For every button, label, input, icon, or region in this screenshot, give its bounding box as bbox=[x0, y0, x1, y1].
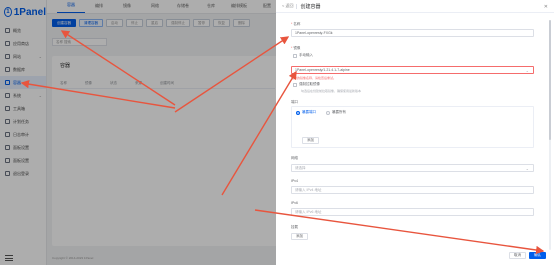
port-label: 端口 bbox=[291, 100, 298, 104]
ipv6-label: IPv6 bbox=[291, 201, 299, 205]
drawer-header: < 返回 创建容器 bbox=[276, 0, 554, 13]
drawer-title: 创建容器 bbox=[300, 3, 321, 10]
mount-label: 挂载 bbox=[291, 225, 298, 229]
chevron-down-icon: ⌄ bbox=[525, 165, 529, 171]
radio-label: 暴露所有 bbox=[332, 110, 346, 114]
confirm-button[interactable]: 确认 bbox=[529, 252, 546, 259]
name-label: *名称 bbox=[291, 22, 300, 27]
ipv4-label: IPv4 bbox=[291, 179, 299, 183]
image-value: 1Panel-openresty/1.21.4.1-7-alpine bbox=[295, 68, 350, 72]
back-button[interactable]: < 返回 bbox=[282, 3, 293, 9]
radio-dot bbox=[326, 110, 330, 115]
radio-dot bbox=[296, 110, 300, 115]
create-container-drawer: < 返回 创建容器 ✕ *名称 1Panel-openresty-FXGk *镜… bbox=[276, 0, 554, 265]
network-placeholder: 请选择 bbox=[295, 165, 306, 170]
drawer-scrollbar[interactable] bbox=[549, 20, 551, 250]
header-divider bbox=[296, 3, 298, 9]
port-section: 暴露端口 暴露所有 添加 bbox=[291, 106, 534, 148]
manual-input-label: 手动输入 bbox=[299, 53, 313, 57]
radio-expose-all[interactable]: 暴露所有 bbox=[326, 110, 346, 115]
radio-expose-port[interactable]: 暴露端口 bbox=[296, 110, 316, 115]
close-icon[interactable]: ✕ bbox=[544, 4, 548, 10]
chevron-down-icon: ⌄ bbox=[525, 67, 529, 73]
add-mount-button[interactable]: 添加 bbox=[291, 233, 308, 240]
manual-input-checkbox[interactable]: 手动输入 bbox=[293, 53, 313, 58]
add-port-button[interactable]: 添加 bbox=[302, 137, 319, 144]
checkbox-box bbox=[293, 82, 297, 87]
image-label: *镜像 bbox=[291, 46, 300, 51]
drawer-footer: 取消 确认 bbox=[509, 252, 546, 259]
name-input[interactable]: 1Panel-openresty-FXGk bbox=[291, 29, 534, 37]
force-pull-hint: 勾选后在创建前拉取镜像，确保使用最新版本 bbox=[301, 89, 362, 93]
name-label-text: 名称 bbox=[293, 22, 301, 26]
checkbox-box bbox=[293, 53, 297, 58]
ipv6-input[interactable]: 请输入 IPv6 地址 bbox=[291, 208, 534, 216]
cancel-button[interactable]: 取消 bbox=[509, 252, 526, 259]
image-error-text: 无效的镜像名称，请检查后重试。 bbox=[291, 76, 337, 80]
image-select[interactable]: 1Panel-openresty/1.21.4.1-7-alpine ⌄ bbox=[291, 66, 534, 74]
ipv4-input[interactable]: 请输入 IPv4 地址 bbox=[291, 186, 534, 194]
force-pull-label: 强制拉取镜像 bbox=[299, 82, 320, 86]
image-label-text: 镜像 bbox=[293, 46, 301, 50]
network-select[interactable]: 请选择 ⌄ bbox=[291, 164, 534, 172]
radio-label: 暴露端口 bbox=[302, 110, 316, 114]
network-label: 网络 bbox=[291, 156, 298, 160]
force-pull-checkbox[interactable]: 强制拉取镜像 bbox=[293, 82, 320, 87]
